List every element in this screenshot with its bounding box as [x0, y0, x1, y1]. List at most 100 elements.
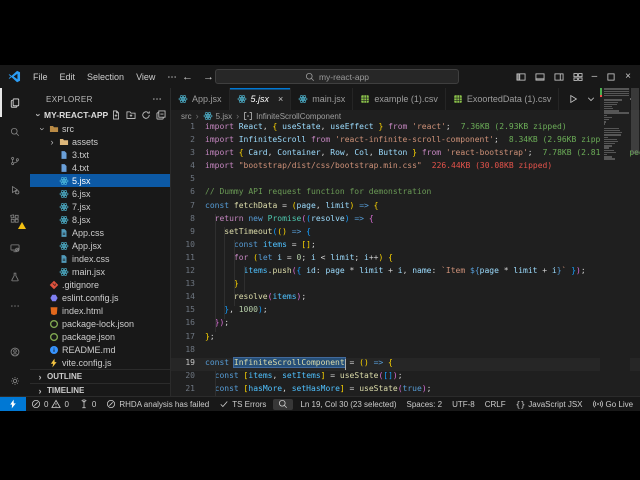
breadcrumb-item-infinitescrollcomponent[interactable]: InfiniteScrollComponent	[243, 111, 341, 121]
explorer-more-button[interactable]	[152, 94, 162, 104]
search-icon	[278, 399, 288, 409]
menu-edit[interactable]: Edit	[54, 69, 82, 85]
line-number: 11	[185, 252, 195, 262]
line-number: 17	[185, 331, 195, 341]
tab-app-jsx[interactable]: App.jsx	[171, 88, 230, 110]
menu-selection[interactable]: Selection	[81, 69, 130, 85]
run-dropdown[interactable]	[586, 94, 596, 104]
file-tree-item-main-jsx[interactable]: main.jsx	[30, 265, 170, 278]
chevron-right-icon[interactable]: ›	[48, 137, 56, 147]
file-tree-item-app-css[interactable]: App.css	[30, 226, 170, 239]
toggle-sidebar-button[interactable]	[516, 72, 526, 82]
forward-arrow[interactable]: →	[203, 71, 214, 83]
file-tree-item-5-jsx[interactable]: 5.jsx	[30, 174, 170, 187]
file-tree-item-index-html[interactable]: index.html	[30, 304, 170, 317]
activity-run-debug[interactable]	[0, 175, 29, 204]
tab-main-jsx[interactable]: main.jsx	[291, 88, 354, 110]
cursor-position[interactable]: Ln 19, Col 30 (23 selected)	[295, 397, 401, 411]
activity-settings[interactable]	[0, 366, 29, 395]
react-icon	[59, 267, 69, 277]
maximize-button[interactable]	[606, 72, 616, 82]
menu-file[interactable]: File	[27, 69, 54, 85]
activity-more-views[interactable]	[0, 291, 29, 320]
tab-label: ExoortedData (1).csv	[466, 94, 552, 104]
debug-icon	[10, 185, 20, 195]
file-tree-item-8-jsx[interactable]: 8.jsx	[30, 213, 170, 226]
remote-icon	[10, 243, 20, 253]
ts-errors-status[interactable]: TS Errors	[214, 397, 271, 411]
chevron-down-icon[interactable]: ›	[37, 124, 47, 134]
encoding[interactable]: UTF-8	[447, 397, 480, 411]
tab-label: example (1).csv	[374, 94, 438, 104]
problems-button[interactable]: 00	[26, 397, 74, 411]
code-editor[interactable]: 1 import React, { useState, useEffect } f…	[171, 122, 640, 397]
remote-button[interactable]	[0, 397, 26, 411]
tab-5-jsx[interactable]: 5.jsx ×	[229, 88, 292, 110]
scrollbar-thumb[interactable]	[631, 88, 639, 154]
activity-explorer[interactable]	[0, 88, 29, 117]
file-tree-item-app-jsx[interactable]: App.jsx	[30, 239, 170, 252]
toggle-panel-button[interactable]	[535, 72, 545, 82]
ports-button[interactable]: 0	[74, 397, 101, 411]
menu-more[interactable]	[161, 69, 183, 85]
file-tree-item-package-json[interactable]: package.json	[30, 330, 170, 343]
file-tree-item--gitignore[interactable]: .gitignore	[30, 278, 170, 291]
command-center-search[interactable]: my-react-app	[215, 69, 459, 84]
indent-guide	[214, 370, 216, 397]
activity-search[interactable]	[0, 117, 29, 146]
explorer-more-icon[interactable]	[152, 94, 162, 104]
file-tree-item-6-jsx[interactable]: 6.jsx	[30, 187, 170, 200]
go-live-button[interactable]: Go Live	[588, 397, 639, 411]
csv-icon	[453, 94, 463, 104]
section-outline[interactable]: › OUTLINE	[30, 369, 170, 383]
line-text: return new Promise((resolve) => {	[214, 213, 374, 223]
file-label: package-lock.json	[62, 318, 135, 329]
tab-exoorteddata-1-csv[interactable]: ExoortedData (1).csv	[446, 88, 560, 110]
customize-layout-button[interactable]	[573, 72, 583, 82]
activity-accounts[interactable]	[0, 337, 29, 366]
search-marketplace-button[interactable]	[273, 398, 294, 410]
line-number: 7	[190, 200, 195, 210]
close-window-button[interactable]: ×	[625, 71, 631, 82]
file-label: 7.jsx	[72, 201, 91, 212]
status-text: RHDA analysis has failed	[119, 399, 210, 409]
section-timeline[interactable]: › TIMELINE	[30, 383, 170, 397]
run-file-button[interactable]	[568, 94, 578, 104]
breadcrumb-item-5-jsx[interactable]: 5.jsx	[203, 111, 232, 121]
file-tree-item-assets[interactable]: › assets	[30, 135, 170, 148]
file-tree-item-index-css[interactable]: index.css	[30, 252, 170, 265]
file-tree-item-readme-md[interactable]: README.md	[30, 343, 170, 356]
close-tab-icon[interactable]: ×	[278, 94, 283, 104]
language-mode[interactable]: {} JavaScript JSX	[511, 397, 588, 411]
eol-sequence[interactable]: CRLF	[480, 397, 511, 411]
new-folder-button[interactable]	[126, 110, 136, 120]
new-file-button[interactable]	[111, 110, 121, 120]
activity-extensions[interactable]	[0, 204, 29, 233]
minimap[interactable]	[600, 88, 630, 397]
rhda-status[interactable]: RHDA analysis has failed	[101, 397, 214, 411]
file-tree-item-7-jsx[interactable]: 7.jsx	[30, 200, 170, 213]
tab-example-1-csv[interactable]: example (1).csv	[353, 88, 446, 110]
file-tree-item-src[interactable]: › src	[30, 122, 170, 135]
file-tree-item-3-txt[interactable]: 3.txt	[30, 148, 170, 161]
refresh-explorer-button[interactable]	[141, 110, 151, 120]
minimize-button[interactable]: –	[592, 71, 598, 82]
project-row[interactable]: › MY-REACT-APP	[30, 107, 170, 122]
activity-remote-explorer[interactable]	[0, 233, 29, 262]
indentation[interactable]: Spaces: 2	[401, 397, 447, 411]
file-tree-item-eslint-config-js[interactable]: eslint.config.js	[30, 291, 170, 304]
back-arrow[interactable]: ←	[182, 71, 193, 83]
vscode-logo-icon	[8, 70, 21, 83]
activity-testing[interactable]	[0, 262, 29, 291]
activity-source-control[interactable]	[0, 146, 29, 175]
menu-view[interactable]: View	[130, 69, 161, 85]
vite-icon	[49, 358, 59, 368]
collapse-folders-button[interactable]	[156, 110, 166, 120]
breadcrumb-item-src[interactable]: src	[181, 112, 192, 121]
file-tree-item-4-txt[interactable]: 4.txt	[30, 161, 170, 174]
file-tree-item-package-lock-json[interactable]: package-lock.json	[30, 317, 170, 330]
file-tree-item-vite-config-js[interactable]: vite.config.js	[30, 356, 170, 369]
code-line-2: 2 import InfiniteScroll from 'react-infin…	[171, 135, 640, 148]
editor-scrollbar[interactable]	[630, 88, 640, 397]
split-editor-layout-button[interactable]	[554, 72, 564, 82]
